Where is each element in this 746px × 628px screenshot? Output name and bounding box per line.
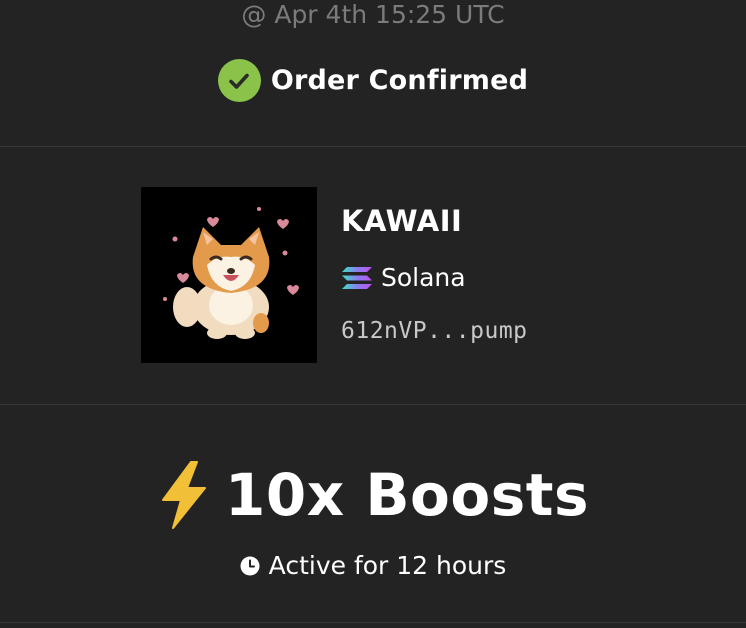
divider [0, 404, 746, 405]
boost-summary: 10x Boosts [0, 460, 746, 530]
order-confirmation-page: @ Apr 4th 15:25 UTC Order Confirmed KAWA… [0, 0, 746, 628]
divider [0, 622, 746, 623]
status-label: Order Confirmed [270, 65, 529, 96]
duration-label: Active for 12 hours [268, 551, 507, 580]
check-circle-icon [217, 59, 261, 102]
clock-icon [240, 556, 260, 575]
token-image [141, 187, 317, 363]
boost-count: 10x Boosts [225, 461, 589, 529]
lightning-bolt-icon [162, 461, 206, 529]
order-status: Order Confirmed [0, 59, 746, 102]
token-name: KAWAII [341, 204, 463, 238]
shiba-dog-avatar [141, 187, 317, 363]
solana-icon [342, 266, 372, 289]
boost-duration: Active for 12 hours [0, 551, 746, 580]
divider [0, 146, 746, 147]
token-chain: Solana [341, 263, 466, 292]
order-timestamp: @ Apr 4th 15:25 UTC [241, 0, 505, 29]
token-address[interactable]: 612nVP...pump [341, 318, 528, 344]
chain-name: Solana [381, 263, 466, 292]
